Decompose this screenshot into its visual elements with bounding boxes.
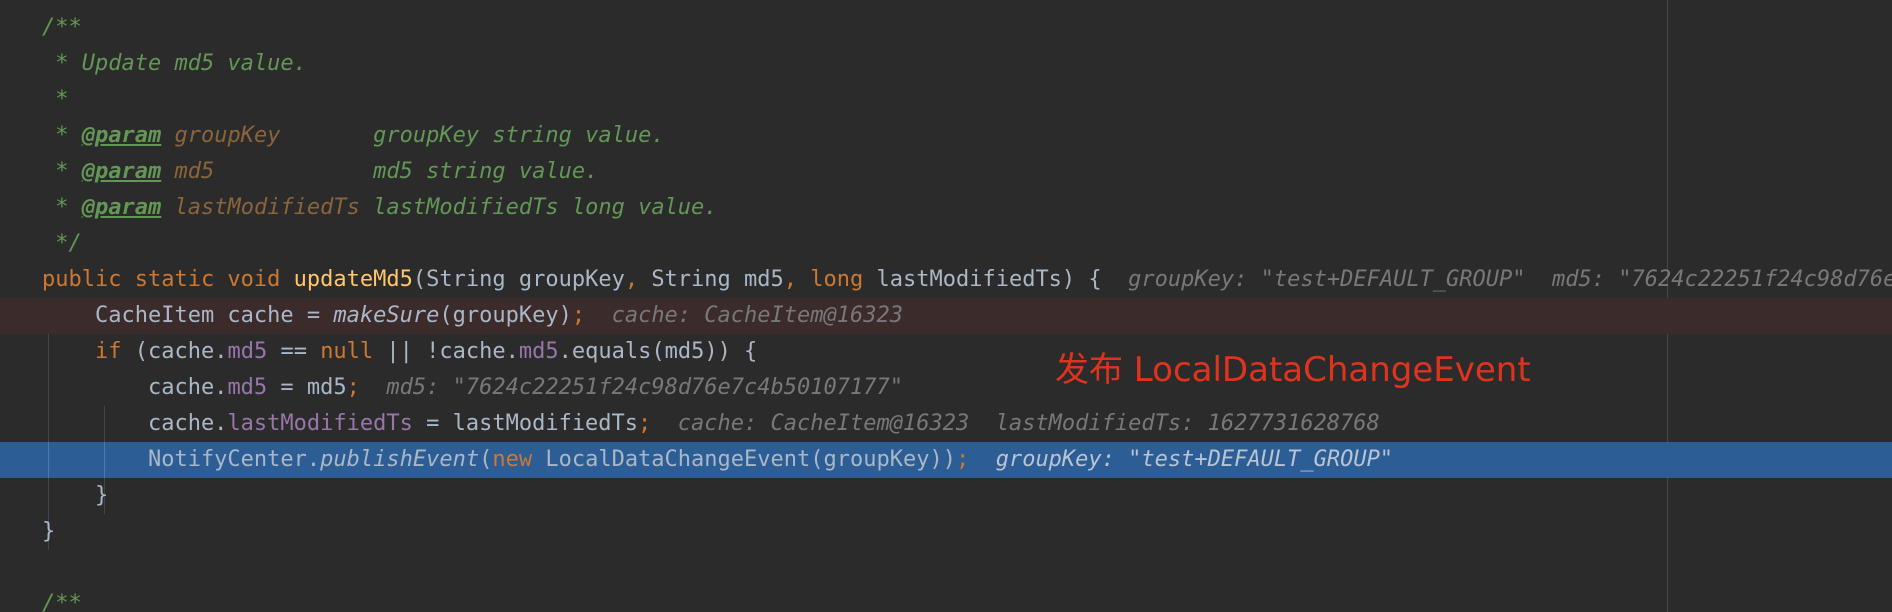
code-token: lastModifiedTs — [227, 411, 413, 436]
code-text: } — [42, 478, 108, 514]
code-token: (groupKey) — [439, 303, 572, 328]
code-token: md5 — [227, 339, 268, 364]
code-token: String md5 — [651, 267, 784, 292]
code-token: md5 string value. — [214, 159, 599, 184]
code-token: , — [624, 267, 652, 292]
code-line[interactable]: * @param groupKey groupKey string value. — [0, 118, 1892, 154]
code-line[interactable]: * Update md5 value. — [0, 46, 1892, 82]
code-line-breakpoint[interactable]: CacheItem cache = makeSure(groupKey); ca… — [0, 298, 1892, 334]
code-line[interactable]: * @param lastModifiedTs lastModifiedTs l… — [0, 190, 1892, 226]
code-text: * Update md5 value. — [42, 46, 307, 82]
code-token: updateMd5 — [293, 267, 413, 292]
code-text: public static void updateMd5(String grou… — [42, 262, 1892, 298]
code-line[interactable]: cache.lastModifiedTs = lastModifiedTs; c… — [0, 406, 1892, 442]
code-token: long — [810, 267, 877, 292]
code-token: * — [42, 159, 82, 184]
code-line[interactable]: if (cache.md5 == null || !cache.md5.equa… — [0, 334, 1892, 370]
debug-value-hint: cache: CacheItem@16323 lastModifiedTs: 1… — [677, 411, 1380, 436]
code-line[interactable]: public static void updateMd5(String grou… — [0, 262, 1892, 298]
code-text: NotifyCenter.publishEvent(new LocalDataC… — [42, 442, 1393, 478]
code-text: if (cache.md5 == null || !cache.md5.equa… — [42, 334, 757, 370]
code-token: || !cache. — [386, 339, 519, 364]
code-editor[interactable]: /** * Update md5 value. * * @param group… — [0, 0, 1892, 612]
code-token: @param — [81, 123, 162, 148]
code-token: new — [492, 447, 546, 472]
code-text: * @param groupKey groupKey string value. — [42, 118, 665, 154]
code-text: */ — [42, 226, 82, 262]
code-text: /** — [42, 586, 82, 612]
code-token: CacheItem cache = — [42, 303, 334, 328]
code-token: md5 — [227, 375, 268, 400]
debug-value-hint: md5: "7624c22251f24c98d76e7c4b50107177" — [386, 375, 903, 400]
code-text: /** — [42, 10, 82, 46]
code-token: ( — [479, 447, 493, 472]
code-token: makeSure — [333, 303, 440, 328]
code-token: lastModifiedTs long value. — [359, 195, 718, 220]
debug-value-hint: groupKey: "test+DEFAULT_GROUP" md5: "762… — [1128, 267, 1892, 292]
code-token: = md5 — [267, 375, 347, 400]
code-token: /** — [42, 15, 82, 40]
code-token: ; — [955, 447, 996, 472]
code-token: groupKey string value. — [280, 123, 665, 148]
code-token: = lastModifiedTs — [412, 411, 639, 436]
code-line[interactable] — [0, 550, 1892, 586]
code-token: * — [42, 87, 69, 112]
code-token: @param — [81, 159, 162, 184]
code-text: cache.lastModifiedTs = lastModifiedTs; c… — [42, 406, 1380, 442]
code-token: == — [267, 339, 321, 364]
code-token: (cache. — [134, 339, 228, 364]
code-token: } — [42, 519, 56, 544]
code-line[interactable]: * — [0, 82, 1892, 118]
code-text: CacheItem cache = makeSure(groupKey); ca… — [42, 298, 903, 334]
code-line[interactable]: /** — [0, 586, 1892, 612]
code-token: /** — [42, 591, 82, 612]
code-token: cache. — [42, 375, 228, 400]
code-token: public static void — [42, 267, 294, 292]
code-line[interactable]: * @param md5 md5 string value. — [0, 154, 1892, 190]
code-text: cache.md5 = md5; md5: "7624c22251f24c98d… — [42, 370, 903, 406]
code-line[interactable]: } — [0, 478, 1892, 514]
code-line-current[interactable]: NotifyCenter.publishEvent(new LocalDataC… — [0, 442, 1892, 478]
code-token: ; — [346, 375, 387, 400]
code-token: LocalDataChangeEvent(groupKey)) — [545, 447, 956, 472]
code-token: (String groupKey — [412, 267, 625, 292]
code-token: * Update md5 value. — [42, 51, 307, 76]
code-line[interactable]: } — [0, 514, 1892, 550]
code-token: * — [42, 195, 82, 220]
annotation-label: 发布 LocalDataChangeEvent — [1055, 350, 1531, 390]
code-token: cache. — [42, 411, 228, 436]
code-token: , — [783, 267, 811, 292]
code-token: ; — [571, 303, 612, 328]
code-token: groupKey — [174, 123, 281, 148]
code-token: md5 — [174, 159, 215, 184]
code-token: .equals(md5)) { — [558, 339, 758, 364]
code-line[interactable]: /** — [0, 10, 1892, 46]
debug-value-hint: groupKey: "test+DEFAULT_GROUP" — [995, 447, 1394, 472]
code-token: } — [42, 483, 109, 508]
code-text: * — [42, 82, 69, 118]
code-token: ; — [638, 411, 678, 436]
code-line[interactable]: cache.md5 = md5; md5: "7624c22251f24c98d… — [0, 370, 1892, 406]
code-token: * — [42, 123, 82, 148]
code-token: publishEvent — [320, 447, 480, 472]
code-line[interactable]: */ — [0, 226, 1892, 262]
code-token: */ — [42, 231, 82, 256]
code-token: @param — [81, 195, 162, 220]
code-text: * @param md5 md5 string value. — [42, 154, 598, 190]
code-token: lastModifiedTs — [174, 195, 360, 220]
code-token: md5 — [518, 339, 559, 364]
code-token: NotifyCenter. — [42, 447, 321, 472]
code-text: } — [42, 514, 55, 550]
code-token: lastModifiedTs) { — [876, 267, 1129, 292]
code-text: * @param lastModifiedTs lastModifiedTs l… — [42, 190, 718, 226]
code-token: if — [94, 339, 135, 364]
code-token: null — [320, 339, 387, 364]
debug-value-hint: cache: CacheItem@16323 — [611, 303, 903, 328]
